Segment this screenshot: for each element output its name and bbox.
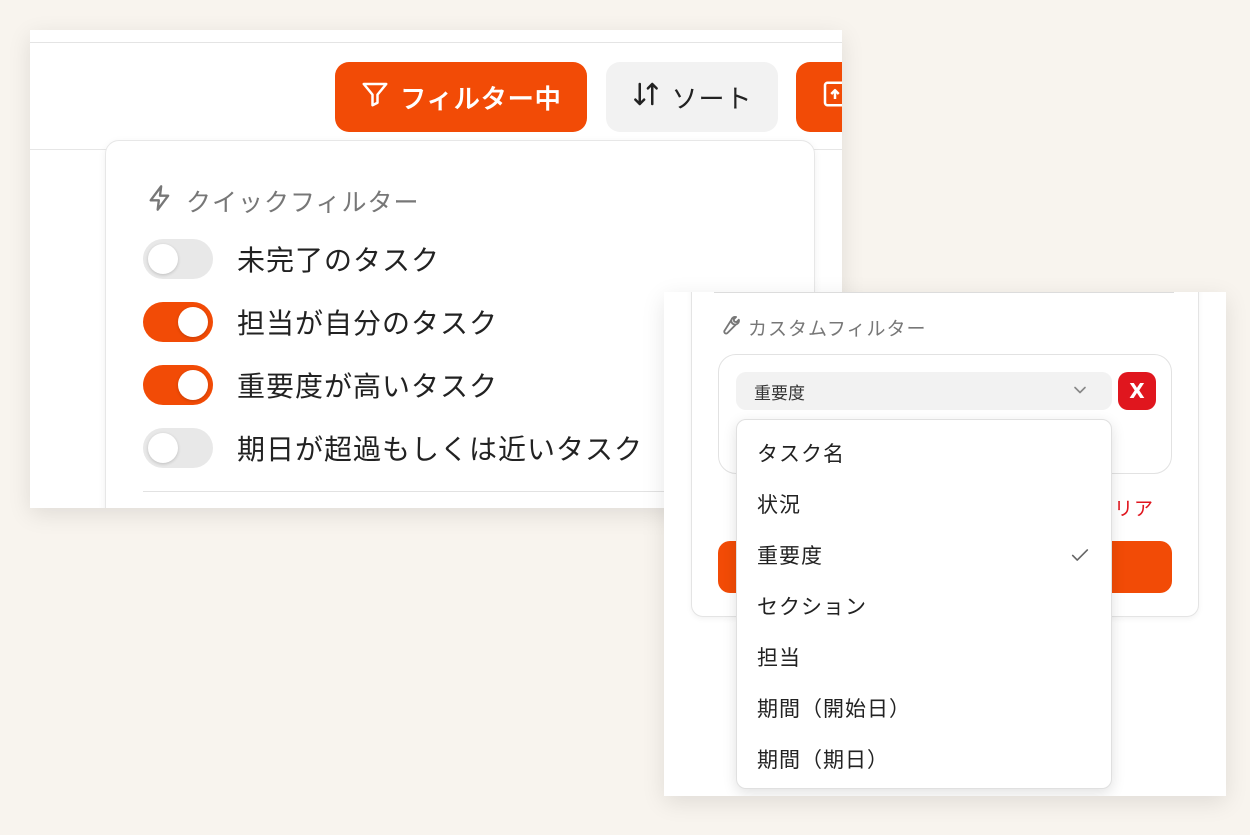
filter-button[interactable]: フィルター中 xyxy=(335,62,587,132)
custom-filter-header: カスタムフィルター xyxy=(718,314,926,341)
option-label: 担当 xyxy=(757,646,801,670)
filter-button-label: フィルター中 xyxy=(400,84,562,115)
quick-filter-row-high-priority[interactable]: 重要度が高いタスク xyxy=(143,365,498,405)
toggle-high-priority[interactable] xyxy=(143,365,213,405)
option-status[interactable]: 状況 xyxy=(737,479,1111,529)
option-assignee[interactable]: 担当 xyxy=(737,632,1111,682)
clear-link[interactable]: リア xyxy=(1114,494,1154,521)
toggle-assigned-to-me[interactable] xyxy=(143,302,213,342)
option-priority[interactable]: 重要度 xyxy=(737,530,1111,580)
option-period-start[interactable]: 期間（開始日） xyxy=(737,683,1111,733)
sort-button[interactable]: ソート xyxy=(606,62,778,132)
quick-filter-row-overdue[interactable]: 期日が超過もしくは近いタスク xyxy=(143,428,643,468)
quick-filter-header: クイックフィルター xyxy=(146,183,420,219)
toggle-overdue-or-due-soon[interactable] xyxy=(143,428,213,468)
quick-filter-label: 重要度が高いタスク xyxy=(237,370,499,403)
toggle-knob xyxy=(148,433,178,463)
remove-condition-label: X xyxy=(1129,379,1145,403)
option-label: 期間（開始日） xyxy=(757,697,911,721)
quick-filter-label: 担当が自分のタスク xyxy=(237,307,499,340)
field-options-dropdown: タスク名 状況 重要度 セクション 担当 期間（開始日） 期間（期日） xyxy=(736,419,1112,789)
option-label: タスク名 xyxy=(757,442,845,466)
custom-filter-card: カスタムフィルター 重要度 X リア タスク名 状況 重要度 セクション 担当 xyxy=(664,292,1226,796)
wrench-icon xyxy=(718,314,740,341)
option-task-name[interactable]: タスク名 xyxy=(737,428,1111,478)
option-period-due[interactable]: 期間（期日） xyxy=(737,734,1111,784)
top-divider xyxy=(30,42,842,43)
field-select-value: 重要度 xyxy=(754,383,805,404)
remove-condition-button[interactable]: X xyxy=(1118,372,1156,410)
export-button[interactable] xyxy=(796,62,842,132)
option-section[interactable]: セクション xyxy=(737,581,1111,631)
sort-arrows-icon xyxy=(631,79,661,116)
option-label: 重要度 xyxy=(757,544,823,568)
quick-filter-label: 未完了のタスク xyxy=(237,244,441,277)
section-divider xyxy=(714,292,1174,293)
filter-funnel-icon xyxy=(360,79,390,116)
quick-filter-title: クイックフィルター xyxy=(186,188,420,217)
option-label: 期間（期日） xyxy=(757,748,889,772)
export-icon xyxy=(820,79,842,116)
toggle-knob xyxy=(148,244,178,274)
option-label: 状況 xyxy=(757,493,801,517)
custom-filter-title: カスタムフィルター xyxy=(748,318,927,340)
toggle-knob xyxy=(178,307,208,337)
option-label: セクション xyxy=(757,595,867,619)
quick-filter-row-incomplete[interactable]: 未完了のタスク xyxy=(143,239,440,279)
chevron-down-icon xyxy=(1070,380,1090,405)
check-icon xyxy=(1069,544,1091,571)
quick-filter-row-assigned-to-me[interactable]: 担当が自分のタスク xyxy=(143,302,498,342)
quick-filter-label: 期日が超過もしくは近いタスク xyxy=(237,433,644,466)
field-select[interactable]: 重要度 xyxy=(736,372,1112,410)
toggle-knob xyxy=(178,370,208,400)
toggle-incomplete-tasks[interactable] xyxy=(143,239,213,279)
sort-button-label: ソート xyxy=(671,84,753,115)
lightning-icon xyxy=(146,184,174,218)
